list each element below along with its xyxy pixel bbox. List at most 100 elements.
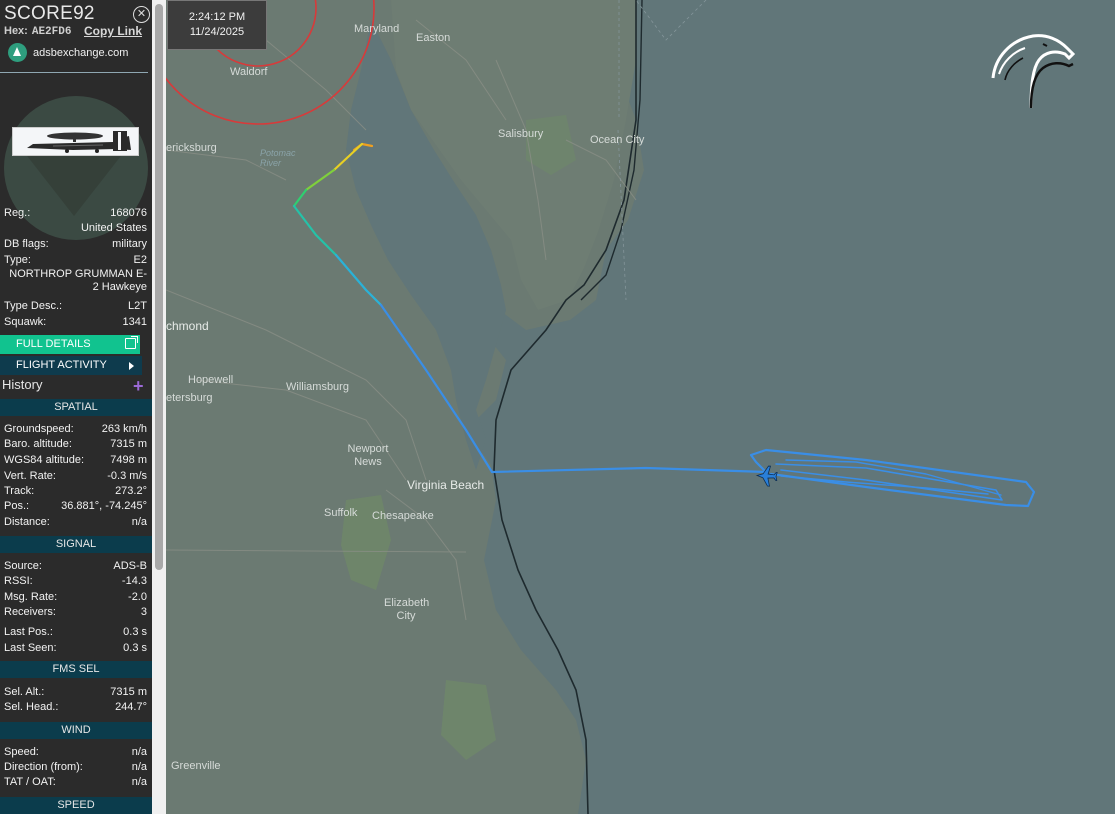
sel-alt-label: Sel. Alt.: — [4, 686, 45, 698]
section-wind[interactable]: WIND — [0, 722, 152, 739]
sel-head-label: Sel. Head.: — [4, 701, 59, 713]
label-elizabeth-city: Elizabeth City — [384, 597, 430, 622]
caret-right-icon — [129, 362, 134, 370]
scrollbar-thumb[interactable] — [155, 4, 163, 570]
track-value: 273.2° — [115, 485, 147, 497]
copy-link[interactable]: Copy Link — [84, 24, 142, 38]
section-spatial[interactable]: SPATIAL — [0, 399, 152, 416]
flight-activity-button[interactable]: FLIGHT ACTIVITY — [0, 356, 142, 375]
type-desc-label: Type Desc.: — [4, 300, 63, 312]
label-suffolk: Suffolk — [324, 507, 358, 519]
hex-row: Hex: AE2FD6 — [4, 25, 71, 38]
site-name: adsbexchange.com — [33, 46, 129, 59]
last-pos-value: 0.3 s — [123, 626, 147, 638]
distance-label: Distance: — [4, 516, 50, 528]
squawk-label: Squawk: — [4, 316, 47, 328]
label-ocean-city: Ocean City — [590, 134, 645, 146]
clock-date: 11/24/2025 — [189, 26, 245, 38]
hex-value: AE2FD6 — [31, 26, 72, 38]
label-richmond: chmond — [166, 319, 209, 333]
reg-value: 168076 — [110, 207, 147, 219]
wind-speed-value: n/a — [131, 746, 147, 758]
msg-rate-label: Msg. Rate: — [4, 591, 58, 603]
label-petersburg: etersburg — [166, 392, 213, 404]
groundspeed-value: 263 km/h — [101, 423, 147, 435]
baro-altitude-value: 7315 m — [110, 438, 147, 450]
msg-rate-value: -2.0 — [128, 591, 147, 603]
label-maryland: Maryland — [354, 23, 400, 35]
sel-head-value: 244.7° — [115, 701, 147, 713]
receivers-value: 3 — [140, 606, 147, 618]
adsbexchange-logo-icon — [8, 43, 27, 62]
map-view[interactable]: Maryland Easton Waldorf ericksburg Potom… — [166, 0, 1115, 814]
wind-direction-value: n/a — [131, 761, 147, 773]
label-williamsburg: Williamsburg — [286, 381, 349, 393]
receivers-label: Receivers: — [4, 606, 56, 618]
label-easton: Easton — [416, 32, 451, 44]
rssi-value: -14.3 — [121, 575, 147, 587]
vert-rate-label: Vert. Rate: — [4, 470, 56, 482]
section-fms-sel[interactable]: FMS SEL — [0, 661, 152, 678]
last-seen-value: 0.3 s — [123, 642, 147, 654]
label-potomac-river: Potomac River — [260, 148, 296, 168]
type-value: E2 — [133, 254, 147, 266]
source-value: ADS-B — [113, 560, 147, 572]
label-chesapeake: Chesapeake — [372, 510, 434, 522]
aircraft-photo[interactable] — [12, 127, 139, 156]
history-expand-icon[interactable]: + — [133, 377, 144, 395]
type-label: Type: — [4, 254, 31, 266]
callsign-title: SCORE92 — [4, 3, 95, 24]
site-link[interactable]: adsbexchange.com — [8, 43, 128, 62]
wgs84-altitude-label: WGS84 altitude: — [4, 454, 85, 466]
tat-oat-label: TAT / OAT: — [4, 776, 56, 788]
map-canvas — [166, 0, 1036, 814]
wgs84-altitude-value: 7498 m — [110, 454, 147, 466]
aircraft-info-panel: SCORE92 ✕ Hex: AE2FD6 Copy Link adsbexcha… — [0, 0, 152, 814]
last-pos-label: Last Pos.: — [4, 626, 53, 638]
label-greenville: Greenville — [171, 760, 221, 772]
sel-alt-value: 7315 m — [110, 686, 147, 698]
label-fredericksburg: ericksburg — [166, 142, 217, 154]
position-value: 36.881°, -74.245° — [61, 500, 147, 512]
groundspeed-label: Groundspeed: — [4, 423, 74, 435]
history-label: History — [2, 377, 43, 392]
external-link-icon — [125, 336, 138, 349]
label-hopewell: Hopewell — [188, 374, 234, 386]
source-label: Source: — [4, 560, 42, 572]
section-speed[interactable]: SPEED — [0, 797, 152, 814]
type-name-value: NORTHROP GRUMMAN E-2 Hawkeye — [9, 268, 147, 293]
label-salisbury: Salisbury — [498, 128, 544, 140]
tat-oat-value: n/a — [131, 776, 147, 788]
full-details-label: FULL DETAILS — [16, 338, 91, 350]
rssi-label: RSSI: — [4, 575, 33, 587]
adsb-tracker-app: SCORE92 ✕ Hex: AE2FD6 Copy Link adsbexcha… — [0, 0, 1115, 814]
clock-overlay: 2:24:12 PM 11/24/2025 — [167, 0, 267, 50]
country-value: United States — [80, 222, 147, 234]
vert-rate-value: -0.3 m/s — [107, 470, 147, 482]
full-details-button[interactable]: FULL DETAILS — [0, 335, 140, 354]
squawk-value: 1341 — [122, 316, 147, 328]
type-desc-value: L2T — [128, 300, 147, 312]
section-signal[interactable]: SIGNAL — [0, 536, 152, 553]
label-newport-news: Newport News — [347, 443, 389, 468]
aircraft-marker-icon — [755, 465, 778, 487]
reg-label: Reg.: — [4, 207, 31, 219]
db-flags-label: DB flags: — [4, 238, 49, 250]
distance-value: n/a — [131, 516, 147, 528]
wind-direction-label: Direction (from): — [4, 761, 83, 773]
wind-speed-label: Speed: — [4, 746, 39, 758]
baro-altitude-label: Baro. altitude: — [4, 438, 72, 450]
position-label: Pos.: — [4, 500, 30, 512]
sidebar-scrollbar[interactable] — [152, 0, 166, 814]
label-waldorf: Waldorf — [230, 66, 268, 78]
db-flags-value: military — [112, 238, 147, 250]
track-label: Track: — [4, 485, 35, 497]
hex-label: Hex: — [4, 25, 28, 37]
label-virginia-beach: Virginia Beach — [407, 478, 485, 492]
clock-time: 2:24:12 PM — [188, 11, 246, 23]
eagle-logo-icon — [991, 34, 1076, 109]
flight-activity-label: FLIGHT ACTIVITY — [16, 359, 107, 371]
close-icon[interactable]: ✕ — [133, 6, 150, 23]
divider — [0, 72, 148, 73]
last-seen-label: Last Seen: — [4, 642, 57, 654]
